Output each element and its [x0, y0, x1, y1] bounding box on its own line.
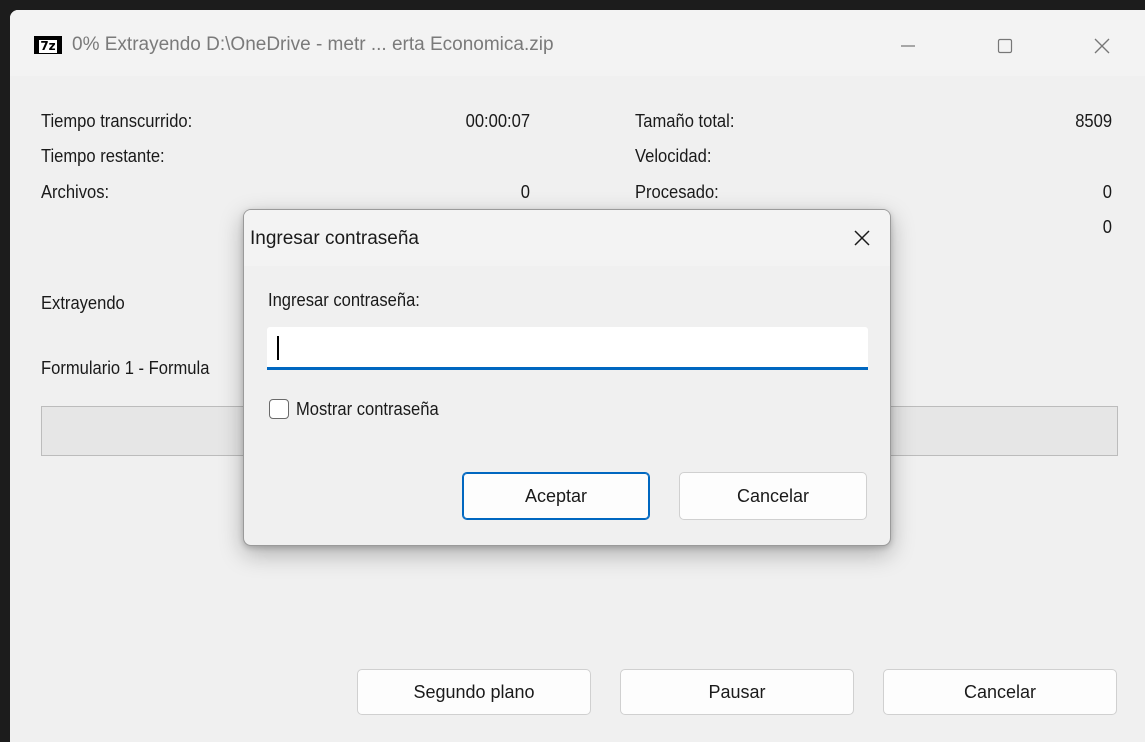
password-prompt-label: Ingresar contraseña: [268, 290, 420, 310]
show-password-checkbox[interactable] [269, 399, 289, 419]
password-input[interactable] [267, 327, 868, 370]
minimize-button[interactable] [868, 24, 948, 68]
processed-value: 0 [1102, 182, 1112, 202]
dialog-title: Ingresar contraseña [250, 228, 419, 249]
elapsed-time-label: Tiempo transcurrido: [41, 111, 193, 131]
packed-size-value: 0 [1102, 217, 1112, 237]
extraction-window: 7z 0% Extrayendo D:\OneDrive - metr ... … [10, 10, 1145, 742]
maximize-icon [997, 38, 1013, 54]
processed-label: Procesado: [635, 182, 719, 202]
total-size-label: Tamaño total: [635, 111, 735, 131]
remaining-time-label: Tiempo restante: [41, 146, 165, 166]
text-caret [277, 336, 279, 360]
total-size-value: 8509 [1075, 111, 1112, 131]
dialog-close-button[interactable] [842, 220, 882, 256]
close-icon [854, 230, 870, 246]
7zip-app-icon: 7z [34, 36, 62, 54]
close-window-button[interactable] [1062, 24, 1142, 68]
accept-button[interactable]: Aceptar [462, 472, 650, 520]
files-value: 0 [520, 182, 530, 202]
maximize-button[interactable] [965, 24, 1045, 68]
minimize-icon [901, 45, 915, 47]
elapsed-time-value: 00:00:07 [465, 111, 530, 131]
dialog-title-bar[interactable]: Ingresar contraseña [244, 210, 890, 266]
close-icon [1094, 38, 1110, 54]
window-title: 0% Extrayendo D:\OneDrive - metr ... ert… [72, 34, 554, 55]
files-label: Archivos: [41, 182, 110, 202]
current-file-name: Formulario 1 - Formula [41, 358, 210, 378]
speed-label: Velocidad: [635, 146, 712, 166]
cancel-extraction-button[interactable]: Cancelar [883, 669, 1117, 715]
operation-status: Extrayendo [41, 293, 125, 313]
show-password-label[interactable]: Mostrar contraseña [296, 399, 439, 420]
pause-button[interactable]: Pausar [620, 669, 854, 715]
dialog-cancel-button[interactable]: Cancelar [679, 472, 867, 520]
password-dialog: Ingresar contraseña Ingresar contraseña:… [243, 209, 891, 546]
background-button[interactable]: Segundo plano [357, 669, 591, 715]
title-bar[interactable]: 7z 0% Extrayendo D:\OneDrive - metr ... … [10, 10, 1145, 76]
